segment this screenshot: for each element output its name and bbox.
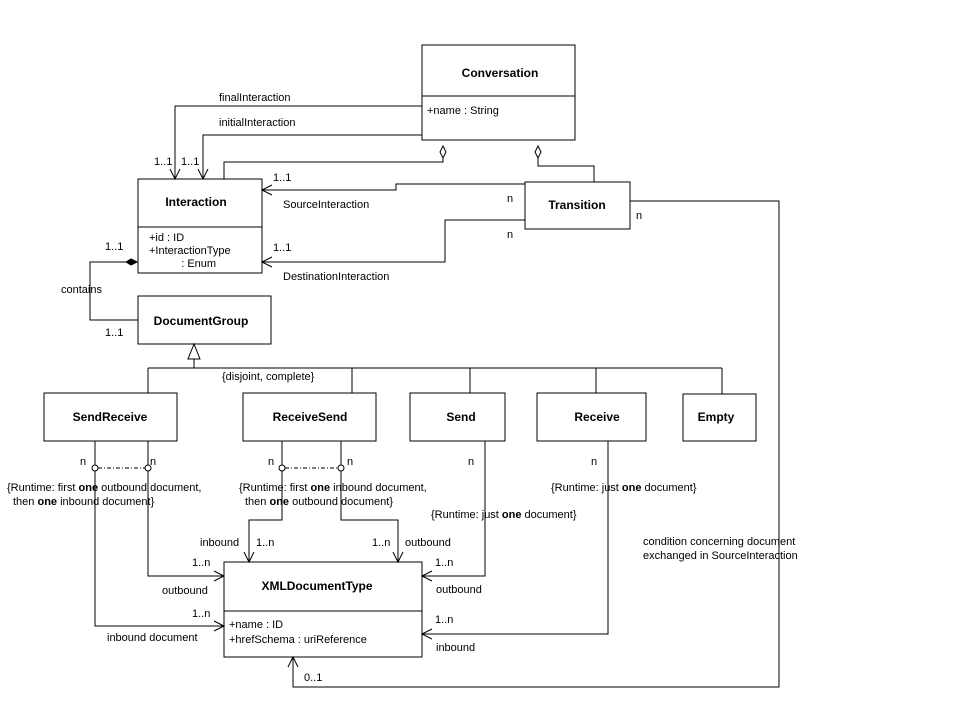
generalization-constraint: {disjoint, complete} (222, 371, 315, 383)
sendreceive-runtime-constraint: {Runtime: first one outbound document, (7, 482, 201, 494)
class-attribute: +id : ID (149, 232, 184, 244)
aggregation-conversation-transition[interactable] (534, 144, 595, 182)
class-transition[interactable]: Transition (524, 181, 631, 230)
generalization-document-group[interactable]: {disjoint, complete} (147, 342, 723, 394)
multiplicity-label: 1..n (192, 608, 210, 620)
association-initial-interaction[interactable]: initialInteraction 1..1 (181, 117, 422, 181)
multiplicity-label: 1..1 (105, 241, 123, 253)
role-label: DestinationInteraction (283, 271, 389, 283)
sendreceive-runtime-constraint: then one inbound document} (13, 496, 155, 508)
class-send-receive[interactable]: SendReceive (43, 392, 178, 442)
class-name: Transition (548, 198, 605, 212)
multiplicity-label: 1..1 (273, 172, 291, 184)
class-empty[interactable]: Empty (682, 393, 757, 442)
association-destination-interaction[interactable]: 1..1 DestinationInteraction n (260, 219, 525, 283)
class-attribute: : Enum (169, 258, 216, 270)
role-label: contains (61, 284, 102, 296)
multiplicity-label: 1..1 (181, 156, 199, 168)
association-sendreceive-outbound[interactable]: 1..n outbound n (147, 441, 226, 597)
multiplicity-label: 0..1 (304, 672, 322, 684)
role-label: SourceInteraction (283, 199, 369, 211)
class-name: Empty (698, 410, 735, 424)
multiplicity-label: 1..n (192, 557, 210, 569)
note-text: condition concerning document (643, 536, 795, 548)
multiplicity-label: n (591, 456, 597, 468)
multiplicity-label: 1..n (435, 614, 453, 626)
class-name: Interaction (165, 195, 226, 209)
class-conversation[interactable]: Conversation +name : String (421, 44, 576, 141)
composition-contains[interactable]: 1..1 contains 1..1 (61, 241, 139, 339)
multiplicity-label: n (80, 456, 86, 468)
role-label: inbound (200, 537, 239, 549)
class-name: ReceiveSend (273, 410, 348, 424)
class-receive[interactable]: Receive (536, 392, 647, 442)
role-label: outbound (436, 584, 482, 596)
class-name: SendReceive (73, 410, 148, 424)
composition-diamond-icon (125, 258, 139, 266)
role-label: outbound (162, 585, 208, 597)
role-label: inbound document (107, 632, 198, 644)
constraint-link-sendreceive (91, 464, 152, 472)
multiplicity-label: n (507, 193, 513, 205)
multiplicity-label: n (268, 456, 274, 468)
constraint-link-receivesend (278, 464, 345, 472)
aggregation-diamond-icon (534, 144, 542, 160)
role-label: finalInteraction (219, 92, 291, 104)
receivesend-runtime-constraint: then one outbound document} (245, 496, 393, 508)
association-source-interaction[interactable]: 1..1 SourceInteraction n (260, 172, 525, 211)
multiplicity-label: 1..n (256, 537, 274, 549)
uml-class-diagram: Conversation +name : String Interaction … (7, 44, 798, 688)
role-label: inbound (436, 642, 475, 654)
note-text: exchanged in SourceInteraction (643, 550, 798, 562)
role-label: initialInteraction (219, 117, 295, 129)
multiplicity-label: 1..n (435, 557, 453, 569)
class-attribute: +name : String (427, 105, 499, 117)
class-name: Receive (574, 410, 620, 424)
send-runtime-constraint: {Runtime: just one document} (431, 509, 577, 521)
receivesend-runtime-constraint: {Runtime: first one inbound document, (239, 482, 427, 494)
aggregation-diamond-icon (439, 144, 447, 160)
class-interaction[interactable]: Interaction +id : ID +InteractionType : … (137, 178, 263, 274)
class-attribute: +name : ID (229, 619, 283, 631)
class-document-group[interactable]: DocumentGroup (137, 295, 272, 345)
receive-runtime-constraint: {Runtime: just one document} (551, 482, 697, 494)
multiplicity-label: 1..1 (105, 327, 123, 339)
multiplicity-label: 1..n (372, 537, 390, 549)
class-name: Conversation (462, 66, 539, 80)
multiplicity-label: n (347, 456, 353, 468)
multiplicity-label: n (636, 210, 642, 222)
class-receive-send[interactable]: ReceiveSend (242, 392, 377, 442)
class-xml-document-type[interactable]: XMLDocumentType +name : ID +hrefSchema :… (223, 561, 423, 658)
class-attribute: +InteractionType (149, 245, 231, 257)
class-attribute: +hrefSchema : uriReference (229, 634, 367, 646)
multiplicity-label: n (468, 456, 474, 468)
class-name: XMLDocumentType (261, 579, 372, 593)
aggregation-conversation-interaction[interactable] (223, 144, 447, 179)
multiplicity-label: 1..1 (154, 156, 172, 168)
role-label: outbound (405, 537, 451, 549)
multiplicity-label: 1..1 (273, 242, 291, 254)
class-name: DocumentGroup (154, 314, 249, 328)
multiplicity-label: n (507, 229, 513, 241)
class-send[interactable]: Send (409, 392, 506, 442)
generalization-triangle-icon (187, 342, 201, 360)
class-name: Send (446, 410, 475, 424)
